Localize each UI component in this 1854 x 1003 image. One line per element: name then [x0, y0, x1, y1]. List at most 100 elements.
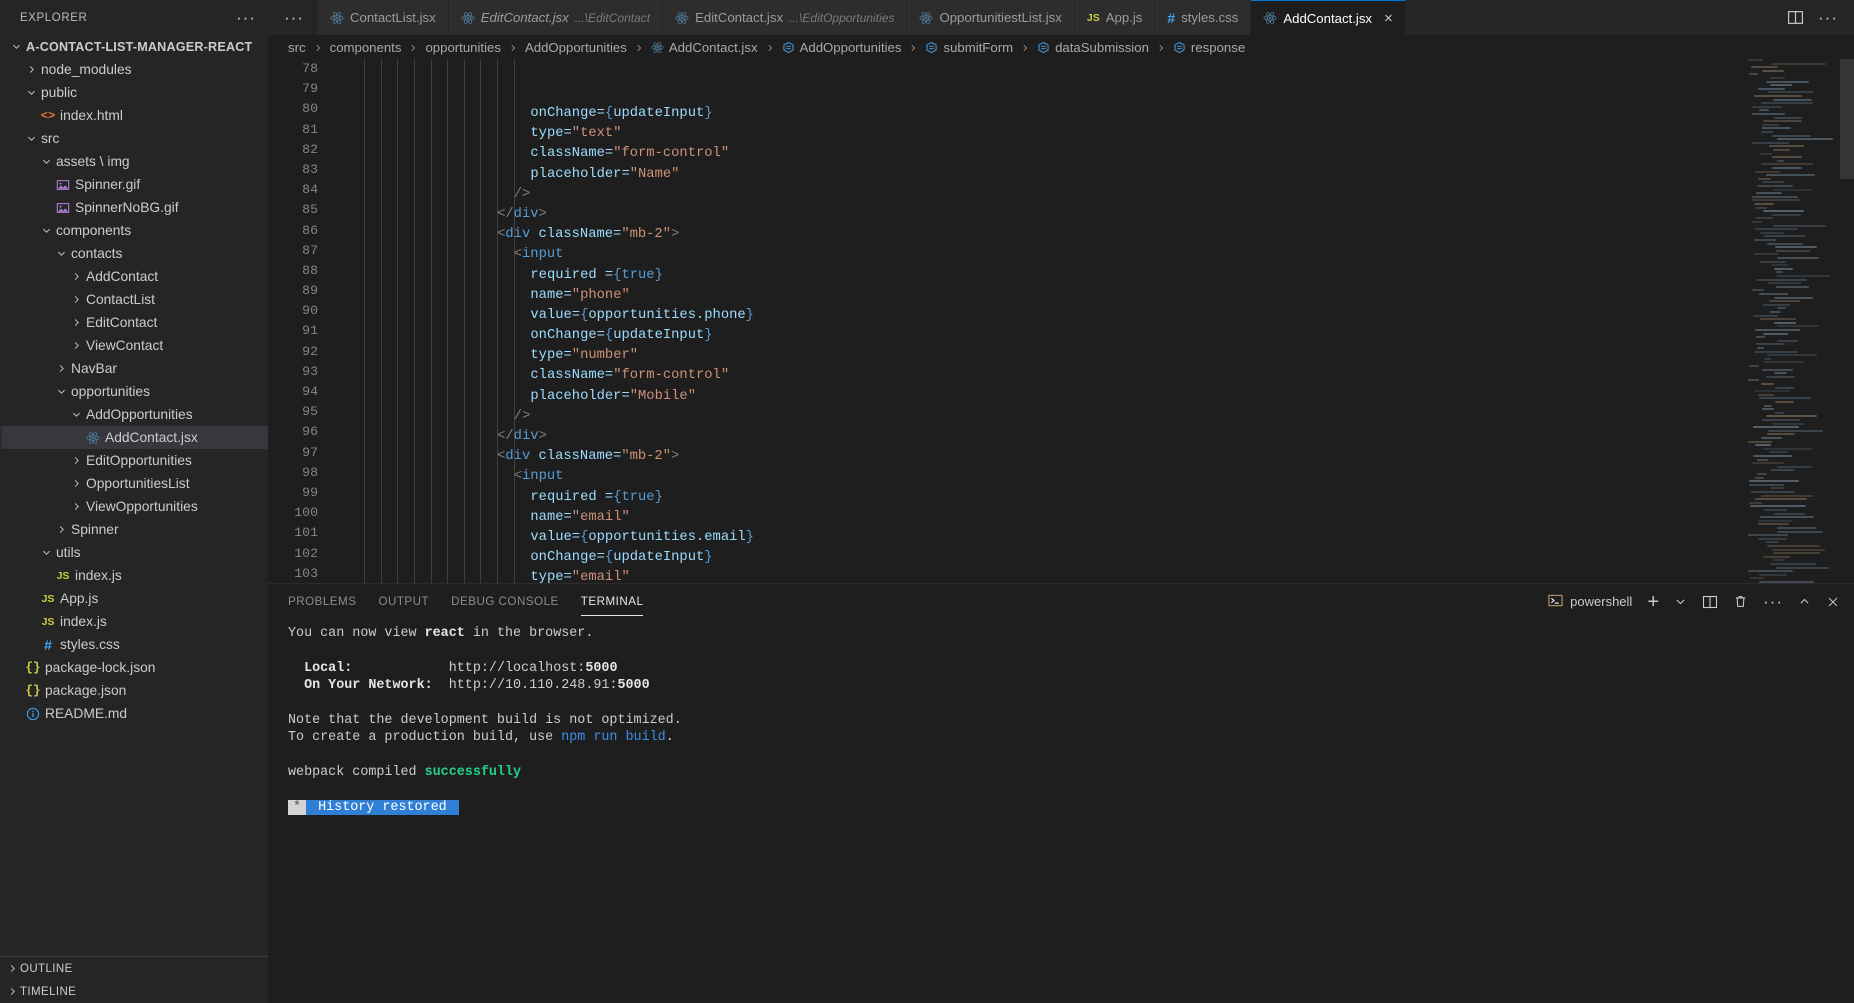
timeline-panel-toggle[interactable]: TIMELINE [0, 980, 268, 1003]
tree-item-viewopportunities[interactable]: ViewOpportunities [0, 495, 268, 518]
tree-item-contacts[interactable]: contacts [0, 242, 268, 265]
tree-item-addopportunities[interactable]: AddOpportunities [0, 403, 268, 426]
ellipsis-icon[interactable]: ··· [236, 9, 256, 26]
tree-item-viewcontact[interactable]: ViewContact [0, 334, 268, 357]
tree-item-utils[interactable]: utils [0, 541, 268, 564]
chevron-down-icon[interactable] [1674, 595, 1687, 608]
tree-item-addcontact-jsx[interactable]: AddContact.jsx [0, 426, 268, 449]
tree-item-index-js[interactable]: JS index.js [0, 564, 268, 587]
more-actions-icon[interactable]: ··· [1818, 9, 1838, 26]
tree-item-label: NavBar [71, 361, 118, 376]
breadcrumb-item-addopportunities[interactable]: AddOpportunities [782, 40, 901, 55]
editor-tab-opportunitiestlist-jsx[interactable]: OpportunitiestList.jsx [907, 0, 1075, 35]
tree-item-opportunitieslist[interactable]: OpportunitiesList [0, 472, 268, 495]
tree-item-package-json[interactable]: {} package.json [0, 679, 268, 702]
tree-item-navbar[interactable]: NavBar [0, 357, 268, 380]
react-file-icon [330, 11, 344, 25]
line-number-gutter: 78 79 80 81 82 83 84 85 86 87 88 89 90 91 92 93 94 95 96 97… [268, 59, 340, 583]
tree-item-label: AddContact [86, 269, 159, 284]
tree-item-public[interactable]: public [0, 81, 268, 104]
sidebar-bottom-panels: OUTLINE TIMELINE [0, 956, 268, 1003]
breadcrumb-item-opportunities[interactable]: opportunities [425, 40, 501, 55]
trash-icon[interactable] [1733, 594, 1748, 609]
close-icon[interactable] [1826, 595, 1840, 609]
panel-tabs[interactable]: PROBLEMS OUTPUT DEBUG CONSOLE TERMINAL [288, 584, 644, 619]
explorer-sidebar: EXPLORER ··· A-CONTACT-LIST-MANAGER-REAC… [0, 0, 268, 1003]
vscode-window: EXPLORER ··· A-CONTACT-LIST-MANAGER-REAC… [0, 0, 1854, 1003]
chevron-up-icon[interactable] [1798, 595, 1811, 608]
tree-item-label: A-CONTACT-LIST-MANAGER-REACT [26, 39, 253, 54]
tree-item-editcontact[interactable]: EditContact [0, 311, 268, 334]
breadcrumb[interactable]: src components opportunities AddOpportuniti… [268, 35, 1854, 59]
editor-tab-editcontact-jsx[interactable]: EditContact.jsx ...\EditContact [448, 0, 664, 35]
editor-tab-addcontact-jsx[interactable]: AddContact.jsx × [1251, 0, 1406, 35]
chevron-right-icon [68, 294, 84, 305]
tree-item-index-html[interactable]: <> index.html [0, 104, 268, 127]
tree-item-assets-img[interactable]: assets \ img [0, 150, 268, 173]
tree-item-contactlist[interactable]: ContactList [0, 288, 268, 311]
tree-item-label: assets \ img [56, 154, 130, 169]
breadcrumb-item-response[interactable]: response [1173, 40, 1245, 55]
panel-tab-problems[interactable]: PROBLEMS [288, 584, 356, 619]
breadcrumb-item-components[interactable]: components [330, 40, 402, 55]
chevron-down-icon [23, 133, 39, 144]
line-number: 97 [302, 444, 318, 460]
tab-close-icon[interactable]: × [1384, 11, 1393, 26]
tree-item-addcontact[interactable]: AddContact [0, 265, 268, 288]
editor-tab-app-js[interactable]: JS App.js [1074, 0, 1156, 35]
editor-tabs[interactable]: ContactList.jsx EditContact.jsx ...\EditCo… [317, 0, 1771, 35]
panel-tab-output[interactable]: OUTPUT [378, 584, 429, 619]
split-editor-icon[interactable] [1787, 9, 1804, 26]
tree-item-editopportunities[interactable]: EditOpportunities [0, 449, 268, 472]
panel-tab-debug-console[interactable]: DEBUG CONSOLE [451, 584, 559, 619]
code-line: <input [513, 469, 564, 485]
file-tree[interactable]: A-CONTACT-LIST-MANAGER-REACT node_modules… [0, 35, 268, 956]
chevron-down-icon [38, 547, 54, 558]
editor-tab-contactlist-jsx[interactable]: ContactList.jsx [317, 0, 449, 35]
more-actions-icon[interactable]: ··· [1763, 593, 1783, 610]
line-number: 91 [302, 323, 318, 339]
tree-item-spinnernobg-gif[interactable]: SpinnerNoBG.gif [0, 196, 268, 219]
breadcrumb-item-addopportunities[interactable]: AddOpportunities [525, 40, 627, 55]
tree-item-package-lock-json[interactable]: {} package-lock.json [0, 656, 268, 679]
breadcrumb-item-addcontact-jsx[interactable]: AddContact.jsx [651, 40, 758, 55]
code-line: type="text" [530, 126, 622, 142]
new-terminal-icon[interactable]: + [1647, 592, 1659, 612]
editor-tab-styles-css[interactable]: # styles.css [1155, 0, 1252, 35]
breadcrumb-item-submitform[interactable]: submitForm [925, 40, 1013, 55]
outline-panel-toggle[interactable]: OUTLINE [0, 957, 268, 980]
tree-item-index-js[interactable]: JS index.js [0, 610, 268, 633]
code-content[interactable]: onChange={updateInput} type="text" classNa… [340, 59, 1854, 583]
tree-item-spinner-gif[interactable]: Spinner.gif [0, 173, 268, 196]
js-file-icon: JS [41, 615, 55, 628]
tab-overflow-icon[interactable]: ··· [268, 0, 318, 35]
breadcrumb-item-datasubmission[interactable]: dataSubmission [1037, 40, 1149, 55]
terminal-shell-selector[interactable]: powershell [1548, 593, 1632, 611]
tree-item-spinner[interactable]: Spinner [0, 518, 268, 541]
split-terminal-icon[interactable] [1702, 594, 1718, 610]
terminal-output[interactable]: You can now view react in the browser. L… [268, 619, 1854, 1003]
editor-scrollbar[interactable] [1840, 59, 1854, 179]
terminal-line: Note that the development build is not o… [288, 712, 682, 728]
code-editor[interactable]: 78 79 80 81 82 83 84 85 86 87 88 89 90 91 92 93 94 95 96 97… [268, 59, 1854, 583]
tab-label: EditContact.jsx [480, 10, 569, 25]
css-file-icon: # [1167, 9, 1176, 26]
tree-item-app-js[interactable]: JS App.js [0, 587, 268, 610]
tree-item-styles-css[interactable]: # styles.css [0, 633, 268, 656]
tree-item-node-modules[interactable]: node_modules [0, 58, 268, 81]
terminal-history-restored: * History restored [288, 799, 1854, 816]
tree-item-label: node_modules [41, 62, 132, 77]
tree-item-opportunities[interactable]: opportunities [0, 380, 268, 403]
tree-item-components[interactable]: components [0, 219, 268, 242]
tree-item-src[interactable]: src [0, 127, 268, 150]
panel-tab-terminal[interactable]: TERMINAL [580, 584, 644, 619]
breadcrumb-item-src[interactable]: src [288, 40, 306, 55]
tree-item-a-contact-list-manager-react[interactable]: A-CONTACT-LIST-MANAGER-REACT [0, 35, 268, 58]
editor-tab-editcontact-jsx[interactable]: EditContact.jsx ...\EditOpportunities [663, 0, 908, 35]
tree-item-readme-md[interactable]: README.md [0, 702, 268, 725]
code-line: className="form-control" [530, 368, 730, 384]
react-file-icon [919, 11, 933, 25]
panel-header: PROBLEMS OUTPUT DEBUG CONSOLE TERMINAL powe… [268, 584, 1854, 619]
